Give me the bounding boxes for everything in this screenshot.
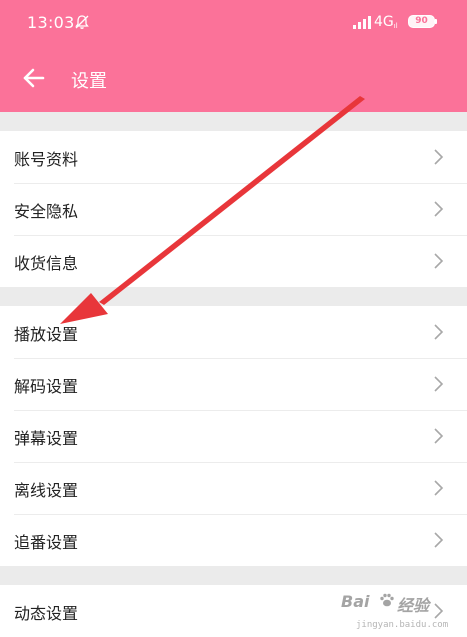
chevron-right-icon <box>434 532 444 548</box>
watermark-logo: Bai 经验 <box>341 592 430 615</box>
settings-item-account-profile[interactable]: 账号资料 <box>0 131 467 183</box>
settings-item-follow-anime[interactable]: 追番设置 <box>0 514 467 566</box>
settings-item-label: 账号资料 <box>14 150 79 169</box>
settings-item-label: 追番设置 <box>14 533 79 552</box>
chevron-right-icon <box>434 149 444 165</box>
status-bar: 13:03 4Gıl 90 <box>0 0 467 46</box>
settings-item-label: 收货信息 <box>14 254 79 273</box>
chevron-right-icon <box>434 480 444 496</box>
watermark-url: jingyan.baidu.com <box>356 620 449 630</box>
status-time: 13:03 <box>27 13 75 32</box>
settings-item-label: 动态设置 <box>14 604 79 623</box>
settings-item-label: 解码设置 <box>14 377 79 396</box>
chevron-right-icon <box>434 603 444 619</box>
bell-off-icon <box>75 15 89 29</box>
chevron-right-icon <box>434 428 444 444</box>
settings-item-playback[interactable]: 播放设置 <box>0 306 467 358</box>
settings-group-media: 播放设置 解码设置 弹幕设置 离线设置 追番设置 <box>0 306 467 566</box>
back-button[interactable] <box>18 62 50 94</box>
battery-tip <box>435 19 437 24</box>
settings-item-shipping-info[interactable]: 收货信息 <box>0 235 467 287</box>
settings-item-label: 播放设置 <box>14 325 79 344</box>
chevron-right-icon <box>434 253 444 269</box>
settings-item-offline[interactable]: 离线设置 <box>0 462 467 514</box>
settings-item-label: 弹幕设置 <box>14 429 79 448</box>
arrow-left-icon <box>23 68 45 88</box>
paw-icon <box>380 593 394 607</box>
settings-item-decoding[interactable]: 解码设置 <box>0 358 467 410</box>
settings-item-label: 离线设置 <box>14 481 79 500</box>
app-header: 13:03 4Gıl 90 设置 <box>0 0 467 112</box>
page-title: 设置 <box>71 71 107 92</box>
network-type: 4Gıl <box>374 14 398 30</box>
battery-level: 90 <box>408 15 435 28</box>
settings-item-danmaku[interactable]: 弹幕设置 <box>0 410 467 462</box>
chevron-right-icon <box>434 324 444 340</box>
settings-item-security-privacy[interactable]: 安全隐私 <box>0 183 467 235</box>
chevron-right-icon <box>434 376 444 392</box>
signal-icon <box>353 16 371 29</box>
settings-group-account: 账号资料 安全隐私 收货信息 <box>0 131 467 287</box>
settings-item-label: 安全隐私 <box>14 202 79 221</box>
chevron-right-icon <box>434 201 444 217</box>
